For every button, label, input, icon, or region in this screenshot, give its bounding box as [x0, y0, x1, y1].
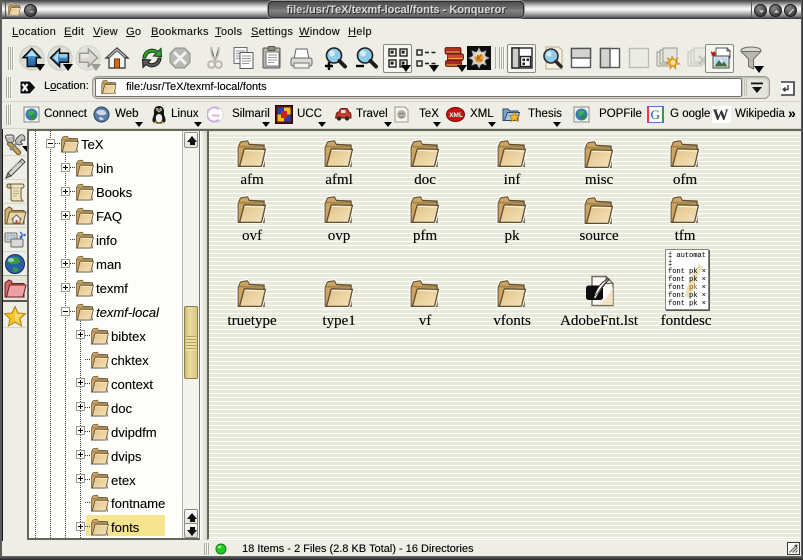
svg-text:W: W — [713, 107, 729, 123]
svg-text:XML: XML — [449, 112, 463, 119]
svg-text:G: G — [650, 107, 659, 122]
svg-text:Gnu: Gnu — [212, 113, 220, 118]
